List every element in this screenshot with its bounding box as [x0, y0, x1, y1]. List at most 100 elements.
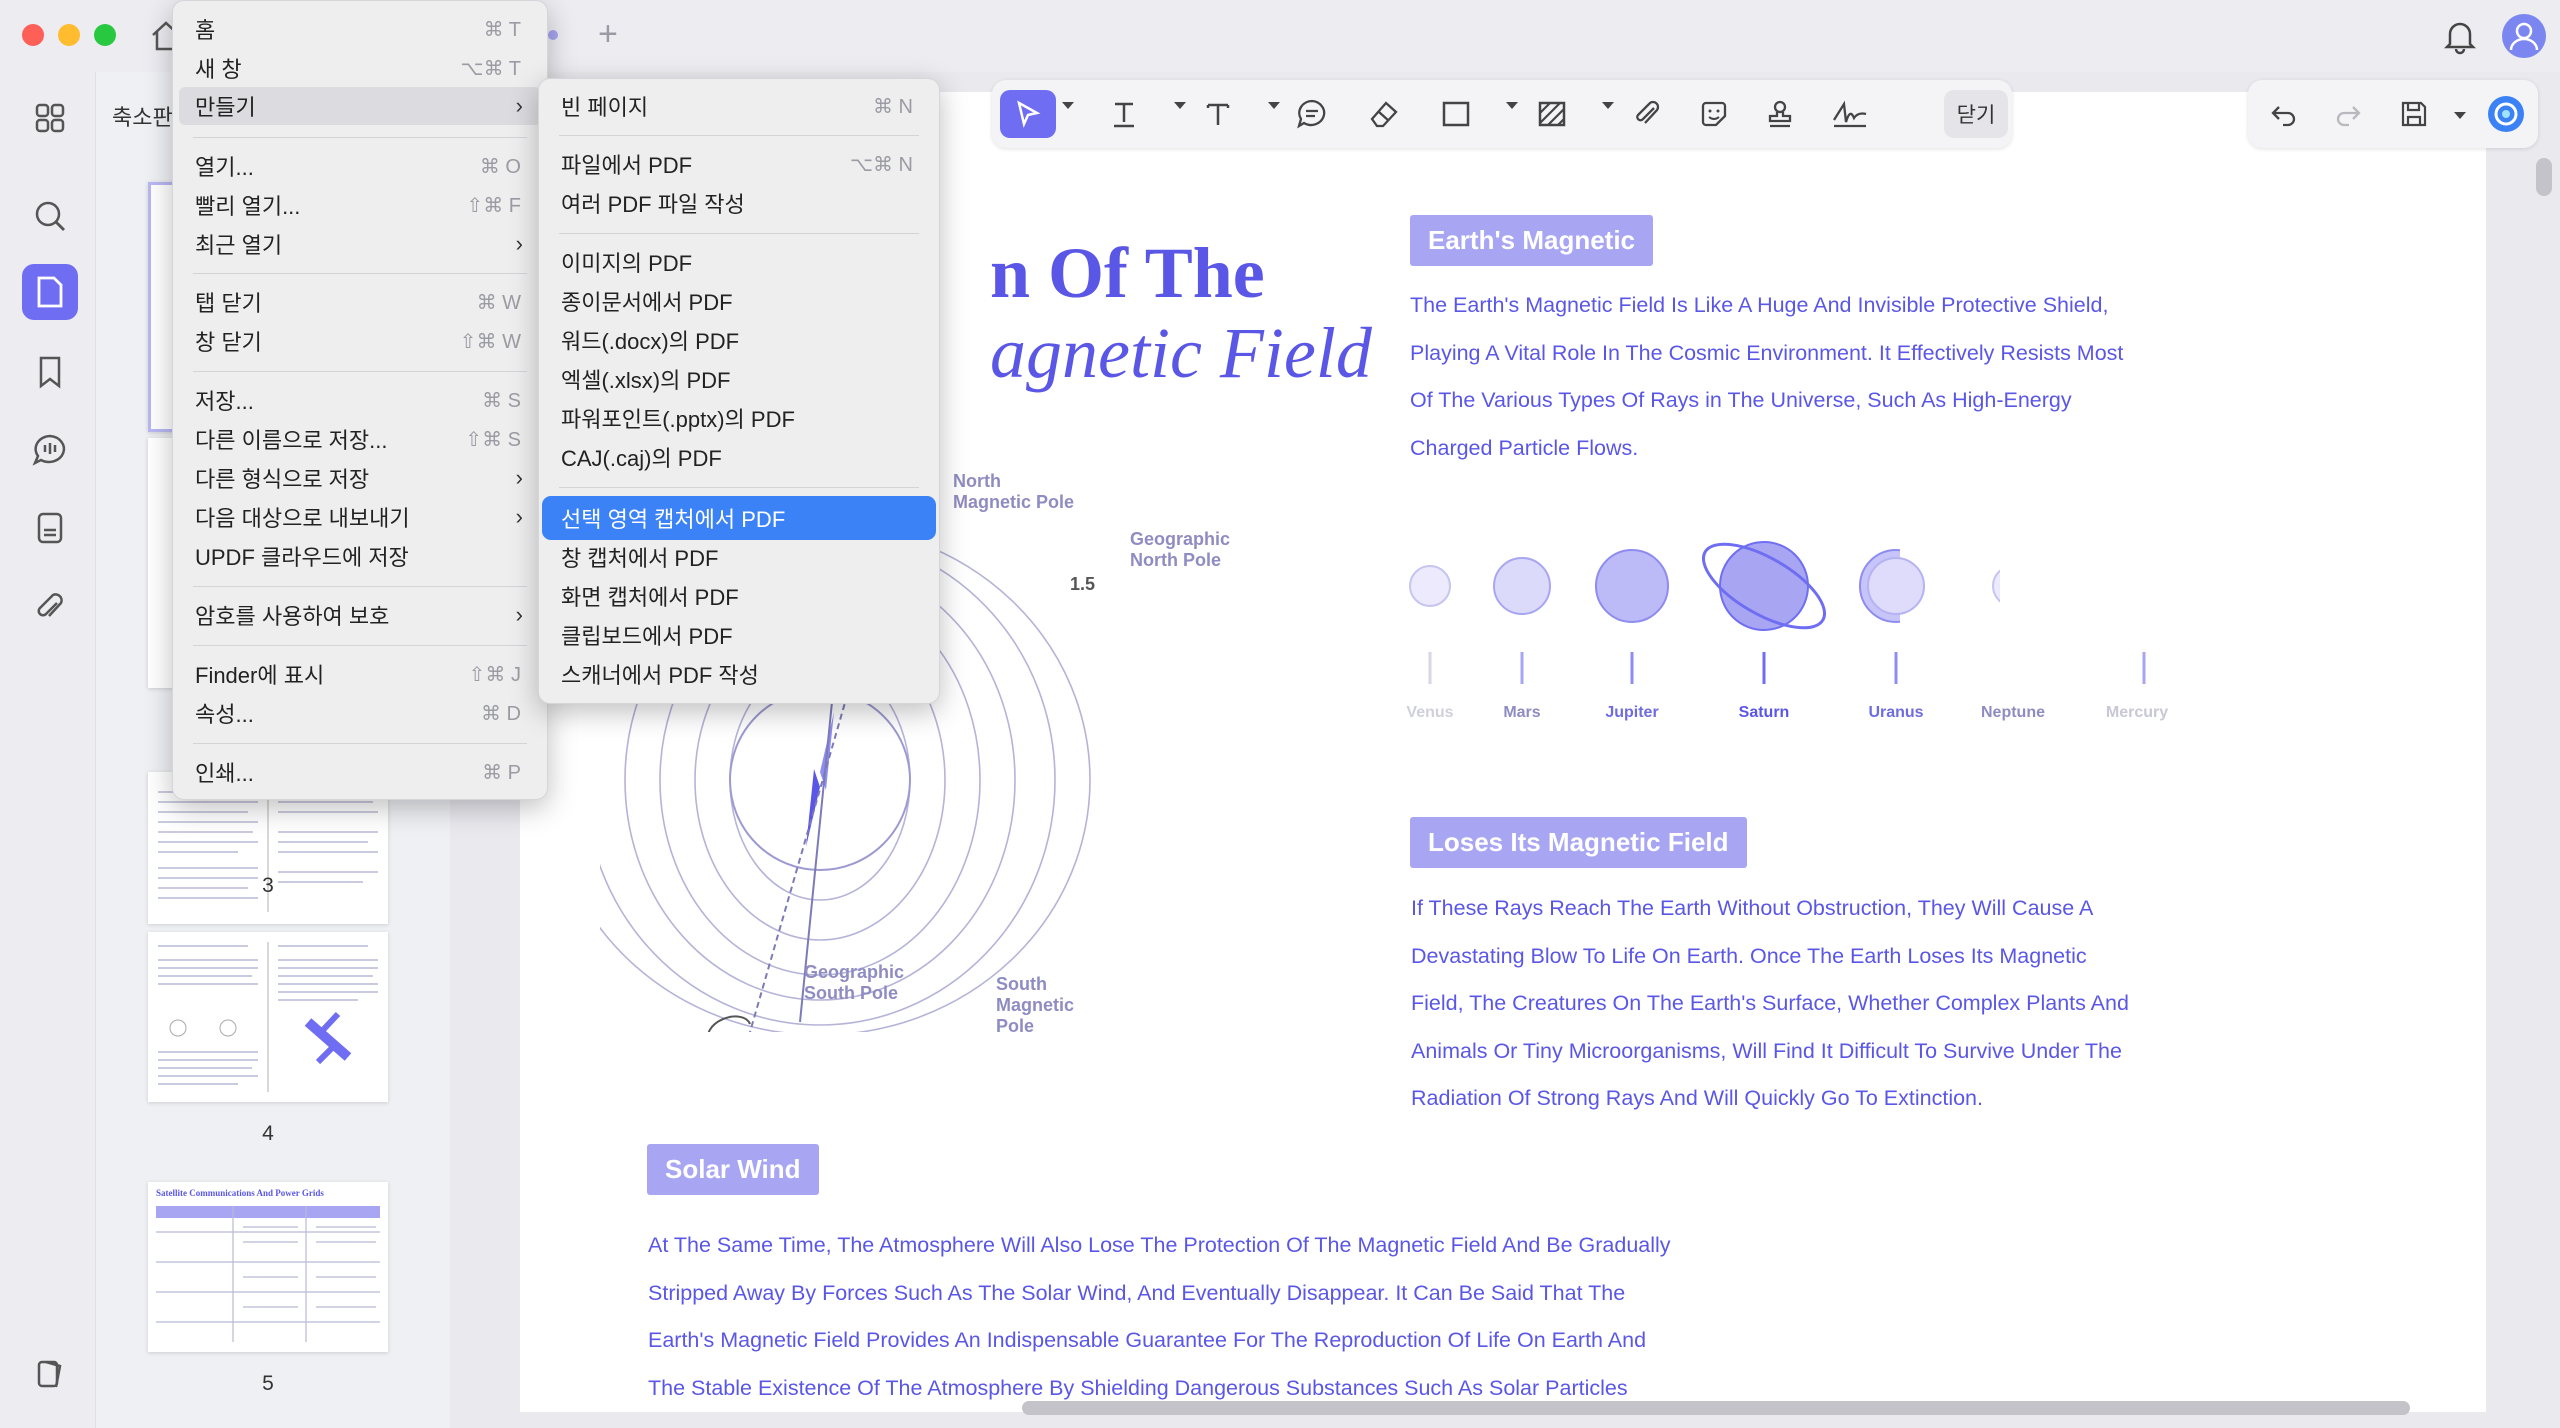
- menu-item-save[interactable]: 저장... ⌘ S: [179, 381, 541, 419]
- bell-icon[interactable]: [2440, 16, 2480, 56]
- planet-label-mercury: Mercury: [2105, 704, 2169, 721]
- save-icon[interactable]: [2394, 90, 2434, 138]
- create-submenu: 빈 페이지 ⌘ N 파일에서 PDF ⌥⌘ N 여러 PDF 파일 작성 이미지의 …: [538, 78, 940, 704]
- menu-item-new-window[interactable]: 새 창 ⌥⌘ T: [179, 49, 541, 87]
- menu-item-home[interactable]: 홈 ⌘ T: [179, 10, 541, 48]
- menu-separator: [193, 586, 527, 587]
- horizontal-scrollbar[interactable]: [1022, 1401, 2410, 1415]
- menu-item-properties[interactable]: 속성... ⌘ D: [179, 694, 541, 732]
- menu-item-quick-open[interactable]: 빨리 열기... ⇧⌘ F: [179, 186, 541, 224]
- thumbnail-page-number: 4: [262, 1122, 274, 1145]
- thumbnail-panel-title: 축소판: [112, 105, 173, 130]
- doc-title-line1: n Of The: [990, 233, 1265, 313]
- menu-item-save-as-format[interactable]: 다른 형식으로 저장 ›: [179, 459, 541, 497]
- chevron-down-icon[interactable]: [1602, 102, 1614, 109]
- menu-separator: [559, 135, 919, 136]
- menu-item-save-to-cloud[interactable]: UPDF 클라우드에 저장: [179, 537, 541, 575]
- angle-label: 1.5: [1070, 574, 1096, 594]
- submenu-item-pdf-from-screen-capture[interactable]: 화면 캡처에서 PDF: [545, 577, 933, 615]
- submenu-item-pdf-from-paper[interactable]: 종이문서에서 PDF: [545, 282, 933, 320]
- chevron-down-icon[interactable]: [1062, 102, 1074, 109]
- submenu-item-pdf-from-excel[interactable]: 엑셀(.xlsx)의 PDF: [545, 360, 933, 398]
- text-tool-icon[interactable]: [1198, 90, 1238, 138]
- menu-separator: [193, 273, 527, 274]
- attachment-icon[interactable]: [28, 584, 72, 628]
- submenu-item-pdf-from-file[interactable]: 파일에서 PDF ⌥⌘ N: [545, 145, 933, 183]
- thumbnail-page-number: 5: [262, 1372, 274, 1395]
- thumbnail-page-number: 3: [262, 874, 274, 897]
- chevron-down-icon[interactable]: [1268, 102, 1280, 109]
- paperclip-icon[interactable]: [1628, 90, 1668, 138]
- layers-icon[interactable]: [28, 1352, 72, 1396]
- section-heading-solar-wind: Solar Wind: [647, 1144, 819, 1195]
- tab-indicator: [548, 30, 558, 40]
- comment-tool-icon[interactable]: [1292, 90, 1332, 138]
- submenu-item-pdf-from-clipboard[interactable]: 클립보드에서 PDF: [545, 616, 933, 654]
- submenu-item-pdf-from-selection-capture[interactable]: 선택 영역 캡처에서 PDF: [545, 499, 933, 537]
- window-maximize-button[interactable]: [94, 24, 116, 46]
- chevron-right-icon: ›: [515, 93, 523, 118]
- section-heading-earths-magnetic: Earth's Magnetic: [1410, 215, 1654, 266]
- sticker-icon[interactable]: [1694, 90, 1734, 138]
- submenu-item-pdf-from-caj[interactable]: CAJ(.caj)의 PDF: [545, 438, 933, 476]
- south-magnetic-pole-label: South Magnetic Pole: [996, 974, 1075, 1036]
- rectangle-tool-icon[interactable]: [1436, 90, 1476, 138]
- comment-icon[interactable]: [28, 428, 72, 472]
- window-minimize-button[interactable]: [58, 24, 80, 46]
- search-icon[interactable]: [28, 194, 72, 238]
- window-close-button[interactable]: [22, 24, 44, 46]
- menu-separator: [559, 233, 919, 234]
- select-tool-button[interactable]: [1000, 90, 1056, 138]
- menu-item-protect-password[interactable]: 암호를 사용하여 보호 ›: [179, 596, 541, 634]
- vertical-scrollbar[interactable]: [2536, 158, 2552, 196]
- menu-item-open[interactable]: 열기... ⌘ O: [179, 147, 541, 185]
- menu-item-recent[interactable]: 최근 열기 ›: [179, 225, 541, 263]
- eraser-icon[interactable]: [1364, 90, 1404, 138]
- submenu-item-pdf-from-powerpoint[interactable]: 파워포인트(.pptx)의 PDF: [545, 399, 933, 437]
- text-highlight-icon[interactable]: [1104, 90, 1144, 138]
- menu-item-close-window[interactable]: 창 닫기 ⇧⌘ W: [179, 322, 541, 360]
- section-heading-loses-magnetic-field: Loses Its Magnetic Field: [1410, 817, 1747, 868]
- submenu-item-pdf-from-image[interactable]: 이미지의 PDF: [545, 243, 933, 281]
- avatar[interactable]: [2502, 14, 2546, 58]
- menu-item-save-as[interactable]: 다른 이름으로 저장... ⇧⌘ S: [179, 420, 541, 458]
- chevron-down-icon[interactable]: [1506, 102, 1518, 109]
- menu-separator: [193, 137, 527, 138]
- thumbnail-heading: Satellite Communications And Power Grids: [156, 1188, 324, 1198]
- thumbnail-page-4[interactable]: [148, 932, 388, 1102]
- menu-item-close-tab[interactable]: 탭 닫기 ⌘ W: [179, 283, 541, 321]
- stamp-icon[interactable]: [1760, 90, 1800, 138]
- chevron-right-icon: ›: [515, 504, 523, 529]
- redo-icon[interactable]: [2328, 90, 2368, 138]
- ai-assistant-icon[interactable]: [2482, 90, 2530, 138]
- close-toolbar-button[interactable]: 닫기: [1944, 90, 2008, 138]
- bookmark-icon[interactable]: [28, 350, 72, 394]
- menu-item-create[interactable]: 만들기 ›: [179, 87, 541, 125]
- file-menu: 홈 ⌘ T 새 창 ⌥⌘ T 만들기 › 열기... ⌘ O 빨리 열기... ⇧⌘ F …: [172, 0, 548, 800]
- new-tab-button[interactable]: +: [598, 14, 618, 54]
- menu-item-show-in-finder[interactable]: Finder에 표시 ⇧⌘ J: [179, 655, 541, 693]
- left-rail: [0, 72, 96, 1428]
- chevron-right-icon: ›: [515, 602, 523, 627]
- submenu-item-pdf-from-scanner[interactable]: 스캐너에서 PDF 작성: [545, 655, 933, 693]
- submenu-item-pdf-from-word[interactable]: 워드(.docx)의 PDF: [545, 321, 933, 359]
- thumbnail-page-5[interactable]: Satellite Communications And Power Grids: [148, 1182, 388, 1352]
- chevron-down-icon[interactable]: [1174, 102, 1186, 109]
- submenu-item-blank-page[interactable]: 빈 페이지 ⌘ N: [545, 87, 933, 125]
- planet-markers-right: [2142, 652, 2146, 684]
- hatch-tool-icon[interactable]: [1532, 90, 1572, 138]
- planet-label-neptune: Neptune: [1981, 704, 2045, 721]
- document-icon[interactable]: [28, 506, 72, 550]
- submenu-item-multiple-pdfs[interactable]: 여러 PDF 파일 작성: [545, 184, 933, 222]
- undo-icon[interactable]: [2264, 90, 2304, 138]
- grid-icon[interactable]: [28, 96, 72, 140]
- menu-item-export[interactable]: 다음 대상으로 내보내기 ›: [179, 498, 541, 536]
- menu-item-print[interactable]: 인쇄... ⌘ P: [179, 753, 541, 791]
- submenu-item-pdf-from-window-capture[interactable]: 창 캡처에서 PDF: [545, 538, 933, 576]
- history-toolbar: [2248, 80, 2538, 148]
- section3-paragraph: At The Same Time, The Atmosphere Will Al…: [648, 1233, 1671, 1400]
- signature-icon[interactable]: [1826, 90, 1874, 138]
- pages-icon[interactable]: [22, 264, 78, 320]
- chevron-right-icon: ›: [515, 231, 523, 256]
- chevron-down-icon[interactable]: [2454, 112, 2466, 119]
